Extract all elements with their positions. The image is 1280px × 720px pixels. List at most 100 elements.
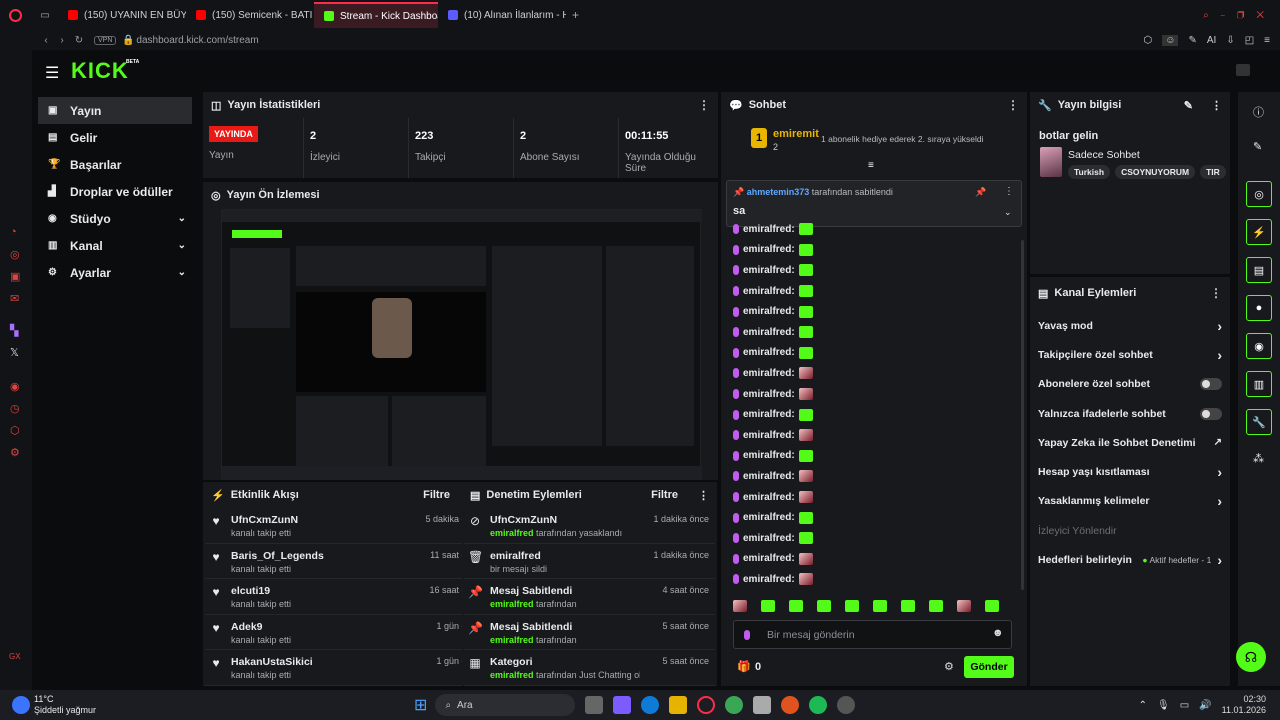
toggle-switch[interactable] xyxy=(1200,378,1222,391)
category-thumbnail[interactable] xyxy=(1040,147,1062,177)
mail-icon[interactable]: ✉ xyxy=(10,292,19,305)
quick-emote-icon[interactable] xyxy=(817,600,831,612)
moderation-row[interactable]: ▦ Kategori emiralfred tarafından Just Chat… xyxy=(464,650,715,686)
tab-0[interactable]: (150) UYANIN EN BÜYÜK xyxy=(58,2,186,28)
rail-wrench-button[interactable]: 🔧 xyxy=(1246,409,1272,435)
chat-message[interactable]: emiralfred: xyxy=(721,507,1021,528)
tab-3[interactable]: (10) Alınan İlanlarım - Hesa xyxy=(438,2,566,28)
channel-action-row[interactable]: Yalnızca ifadelerle sohbet xyxy=(1030,399,1230,428)
rail-broadcast-button[interactable]: ◉ xyxy=(1246,333,1272,359)
new-tab-button[interactable]: + xyxy=(572,8,579,22)
activity-user[interactable]: elcuti19 xyxy=(231,585,291,597)
tray-network-icon[interactable]: ▭ xyxy=(1180,700,1189,711)
chat-message[interactable]: emiralfred: xyxy=(721,384,1021,405)
window-controls[interactable]: ⌕⎯❐✕ xyxy=(1203,10,1280,21)
chat-username[interactable]: emiralfred: xyxy=(743,286,795,297)
clock[interactable]: 02:30 11.01.2026 xyxy=(1222,694,1266,716)
channel-action-row[interactable]: Yapay Zeka ile Sohbet Denetimi ↗ xyxy=(1030,428,1230,457)
filter-icon[interactable]: ≡ xyxy=(868,160,874,171)
add-widget-icon[interactable]: ⁂ xyxy=(1253,452,1264,465)
channel-action-row[interactable]: Yavaş mod › xyxy=(1030,311,1230,340)
spotify-icon[interactable] xyxy=(809,696,828,714)
channel-action-row[interactable]: Yasaklanmış kelimeler › xyxy=(1030,487,1230,516)
moderation-row[interactable]: ⊘ UfnCxmZunN emiralfred tarafından yasakla… xyxy=(464,508,715,544)
tab-1[interactable]: (150) Semicenk - BATI xyxy=(186,2,314,28)
kick-logo[interactable]: KICK xyxy=(71,58,129,84)
opera-apps-icon[interactable]: ◔ xyxy=(10,226,17,238)
info-menu-icon[interactable]: ⋮ xyxy=(1211,99,1222,112)
tab-2[interactable]: Stream - Kick Dashboard xyxy=(314,2,438,28)
pinned-menu-icon[interactable]: ⋮ xyxy=(1004,186,1014,197)
chat-message[interactable]: emiralfred: xyxy=(721,528,1021,549)
chat-username[interactable]: emiralfred: xyxy=(743,368,795,379)
quick-emote-icon[interactable] xyxy=(845,600,859,612)
reload-icon[interactable]: ↻ xyxy=(70,35,88,46)
aria-ai-label[interactable]: AI xyxy=(1207,35,1216,46)
x-icon[interactable]: 𝕏 xyxy=(10,346,19,359)
history-icon[interactable]: ◷ xyxy=(10,402,20,415)
moderation-row[interactable]: 📌 Mesaj Sabitlendi emiralfred tarafından 5 … xyxy=(464,615,715,650)
chat-message[interactable]: emiralfred: xyxy=(721,281,1021,302)
expand-chevron-icon[interactable]: ⌄ xyxy=(1004,207,1012,218)
activity-row[interactable]: ♥ UfnCxmZunN kanalı takip etti 5 dakika önc… xyxy=(205,508,487,544)
info-icon[interactable]: ⓘ xyxy=(1253,104,1264,120)
quick-emote-icon[interactable] xyxy=(789,600,803,612)
chat-username[interactable]: emiralfred: xyxy=(743,244,795,255)
store-icon[interactable] xyxy=(753,696,772,714)
back-icon[interactable]: ‹ xyxy=(38,35,54,46)
category-name[interactable]: Sadece Sohbet xyxy=(1068,149,1140,161)
hamburger-icon[interactable]: ☰ xyxy=(45,63,59,83)
chat-message[interactable]: emiralfred: xyxy=(721,260,1021,281)
profile-icon[interactable]: ☺ xyxy=(1162,34,1179,46)
chat-username[interactable]: emiralfred: xyxy=(743,409,795,420)
settings-icon[interactable]: ⚙ xyxy=(10,446,20,459)
quick-emote-icon[interactable] xyxy=(929,600,943,612)
tag-chip[interactable]: TIR xyxy=(1200,165,1226,179)
preview-video[interactable] xyxy=(221,209,702,480)
unpin-icon[interactable]: 📌 xyxy=(975,187,986,198)
chat-message[interactable]: emiralfred: xyxy=(721,569,1021,590)
chat-message[interactable]: emiralfred: xyxy=(721,446,1021,467)
chat-username[interactable]: emiralfred: xyxy=(743,430,795,441)
chat-username[interactable]: emiralfred: xyxy=(743,450,795,461)
aria-icon[interactable]: ✎ xyxy=(1188,35,1196,46)
edit-icon[interactable]: ✎ xyxy=(1184,99,1193,112)
chat-message[interactable]: emiralfred: xyxy=(721,404,1021,425)
chat-username[interactable]: emiralfred: xyxy=(743,574,795,585)
nav-item-6[interactable]: ⚙ Ayarlar ⌄ xyxy=(38,259,192,286)
opera-logo-icon[interactable] xyxy=(9,9,22,22)
user-avatar[interactable] xyxy=(1236,64,1250,76)
chat-message[interactable]: emiralfred: xyxy=(721,301,1021,322)
emoji-icon[interactable]: ☻ xyxy=(992,627,1004,639)
chat-message[interactable]: emiralfred: xyxy=(721,240,1021,261)
chat-message[interactable]: emiralfred: xyxy=(721,322,1021,343)
forward-icon[interactable]: › xyxy=(54,35,70,46)
moderation-row[interactable]: 📌 Mesaj Sabitlendi emiralfred tarafından 4 … xyxy=(464,579,715,615)
moderation-actor[interactable]: emiralfred xyxy=(490,599,534,609)
activity-filter-button[interactable]: Filtre xyxy=(423,489,450,501)
toggle-switch[interactable] xyxy=(1200,407,1222,420)
rail-preview-button[interactable]: ◎ xyxy=(1246,181,1272,207)
chat-input[interactable]: Bir mesaj gönderin xyxy=(767,629,855,641)
actions-menu-icon[interactable]: ⋮ xyxy=(1210,286,1222,300)
edge-icon[interactable] xyxy=(641,696,660,714)
chat-message[interactable]: emiralfred: xyxy=(721,425,1021,446)
url-field[interactable]: dashboard.kick.com/stream xyxy=(136,35,258,46)
chat-username[interactable]: emiralfred: xyxy=(743,347,795,358)
activity-user[interactable]: Baris_Of_Legends xyxy=(231,550,324,562)
chat-username[interactable]: emiralfred: xyxy=(743,224,795,235)
tag-chip[interactable]: Turkish xyxy=(1068,165,1111,179)
messenger-icon[interactable]: ◎ xyxy=(10,248,20,261)
pencil-icon[interactable]: ✎ xyxy=(1253,140,1262,153)
channel-action-row[interactable]: Abonelere özel sohbet xyxy=(1030,370,1230,399)
download-icon[interactable]: ⇩ xyxy=(1226,35,1234,46)
channel-action-row[interactable]: Hesap yaşı kısıtlaması › xyxy=(1030,457,1230,486)
opera-gx-icon[interactable] xyxy=(697,696,716,714)
chat-message[interactable]: emiralfred: xyxy=(721,466,1021,487)
moderation-actor[interactable]: emiralfred xyxy=(490,528,534,538)
tag-chip[interactable]: CSOYNUYORUM xyxy=(1115,165,1196,179)
chat-username[interactable]: emiralfred: xyxy=(743,512,795,523)
store-app-icon[interactable] xyxy=(613,696,632,714)
quick-emote-icon[interactable] xyxy=(733,600,747,612)
nav-item-2[interactable]: 🏆 Başarılar xyxy=(38,151,192,178)
